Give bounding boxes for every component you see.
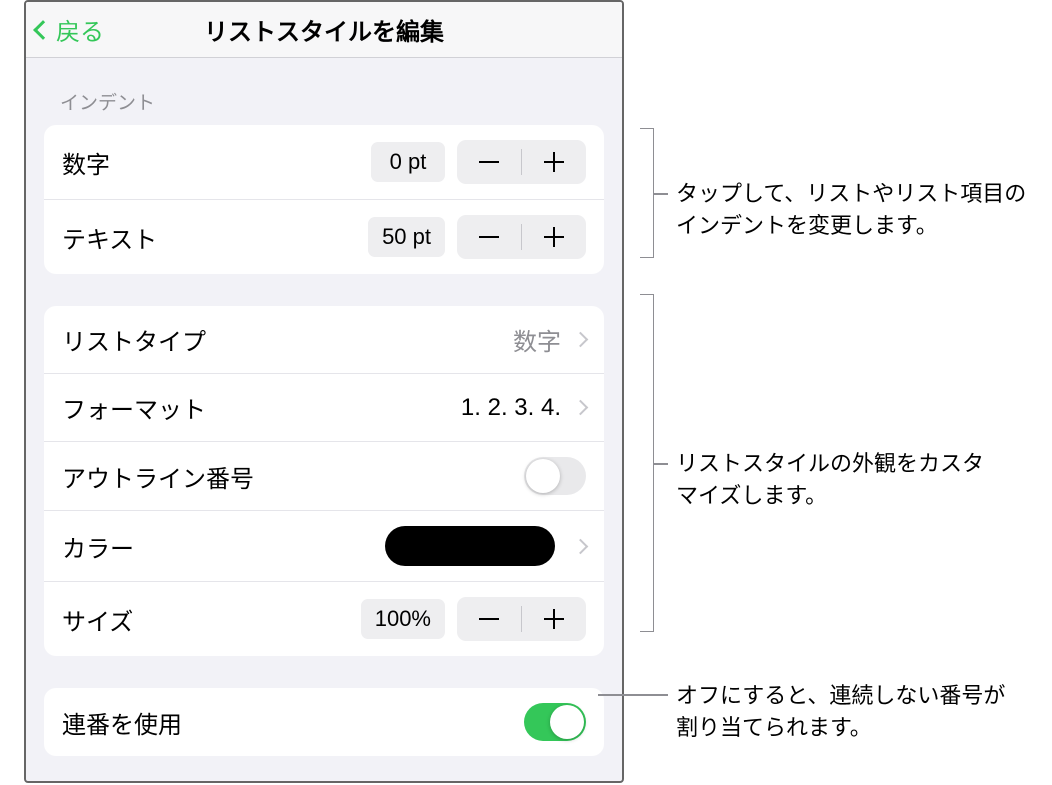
format-value: 1. 2. 3. 4. xyxy=(461,394,561,422)
back-button[interactable]: 戻る xyxy=(36,12,104,47)
chevron-right-icon xyxy=(573,332,589,348)
indent-number-value[interactable]: 0 pt xyxy=(371,142,445,182)
size-plus[interactable] xyxy=(522,597,586,641)
sequential-group: 連番を使用 xyxy=(44,688,604,756)
indent-text-value[interactable]: 50 pt xyxy=(368,217,445,257)
back-label: 戻る xyxy=(56,12,104,47)
indent-number-label: 数字 xyxy=(62,145,371,180)
list-type-row[interactable]: リストタイプ 数字 xyxy=(44,306,604,374)
list-type-label: リストタイプ xyxy=(62,322,513,357)
callout-indent: タップして、リストやリスト項目のインデントを変更します。 xyxy=(676,178,1046,242)
indent-number-stepper xyxy=(457,140,586,184)
style-group: リストタイプ 数字 フォーマット 1. 2. 3. 4. アウトライン番号 カラ… xyxy=(44,306,604,656)
color-swatch xyxy=(385,526,555,566)
header-title: リストスタイルを編集 xyxy=(204,12,444,47)
format-row[interactable]: フォーマット 1. 2. 3. 4. xyxy=(44,374,604,442)
callout-leader xyxy=(654,463,668,465)
indent-text-plus[interactable] xyxy=(522,215,586,259)
chevron-right-icon xyxy=(573,538,589,554)
outline-toggle[interactable] xyxy=(524,457,586,495)
size-label: サイズ xyxy=(62,602,361,637)
indent-number-minus[interactable] xyxy=(457,140,521,184)
sequential-toggle[interactable] xyxy=(524,703,586,741)
size-row: サイズ 100% xyxy=(44,582,604,656)
format-label: フォーマット xyxy=(62,390,461,425)
indent-section-title: インデント xyxy=(60,88,604,115)
callout-leader xyxy=(598,694,668,696)
indent-text-minus[interactable] xyxy=(457,215,521,259)
size-stepper xyxy=(457,597,586,641)
color-label: カラー xyxy=(62,529,385,564)
size-value[interactable]: 100% xyxy=(361,599,445,639)
indent-text-row: テキスト 50 pt xyxy=(44,200,604,274)
chevron-left-icon xyxy=(33,20,53,40)
sequential-label: 連番を使用 xyxy=(62,705,524,740)
outline-label: アウトライン番号 xyxy=(62,459,524,494)
panel-header: 戻る リストスタイルを編集 xyxy=(26,2,622,58)
indent-text-stepper xyxy=(457,215,586,259)
indent-text-label: テキスト xyxy=(62,220,368,255)
indent-group: 数字 0 pt テキスト 50 pt xyxy=(44,125,604,274)
indent-number-row: 数字 0 pt xyxy=(44,125,604,200)
sequential-row: 連番を使用 xyxy=(44,688,604,756)
size-minus[interactable] xyxy=(457,597,521,641)
list-type-value: 数字 xyxy=(513,322,561,357)
settings-panel: 戻る リストスタイルを編集 インデント 数字 0 pt テキスト 50 pt xyxy=(24,0,624,783)
callout-bracket xyxy=(640,294,654,632)
color-row[interactable]: カラー xyxy=(44,511,604,582)
callout-bracket xyxy=(640,128,654,258)
callout-sequential: オフにすると、連続しない番号が割り当てられます。 xyxy=(676,680,1006,744)
callout-style: リストスタイルの外観をカスタマイズします。 xyxy=(676,448,986,512)
indent-number-plus[interactable] xyxy=(522,140,586,184)
chevron-right-icon xyxy=(573,400,589,416)
callout-leader xyxy=(654,193,668,195)
outline-row: アウトライン番号 xyxy=(44,442,604,511)
